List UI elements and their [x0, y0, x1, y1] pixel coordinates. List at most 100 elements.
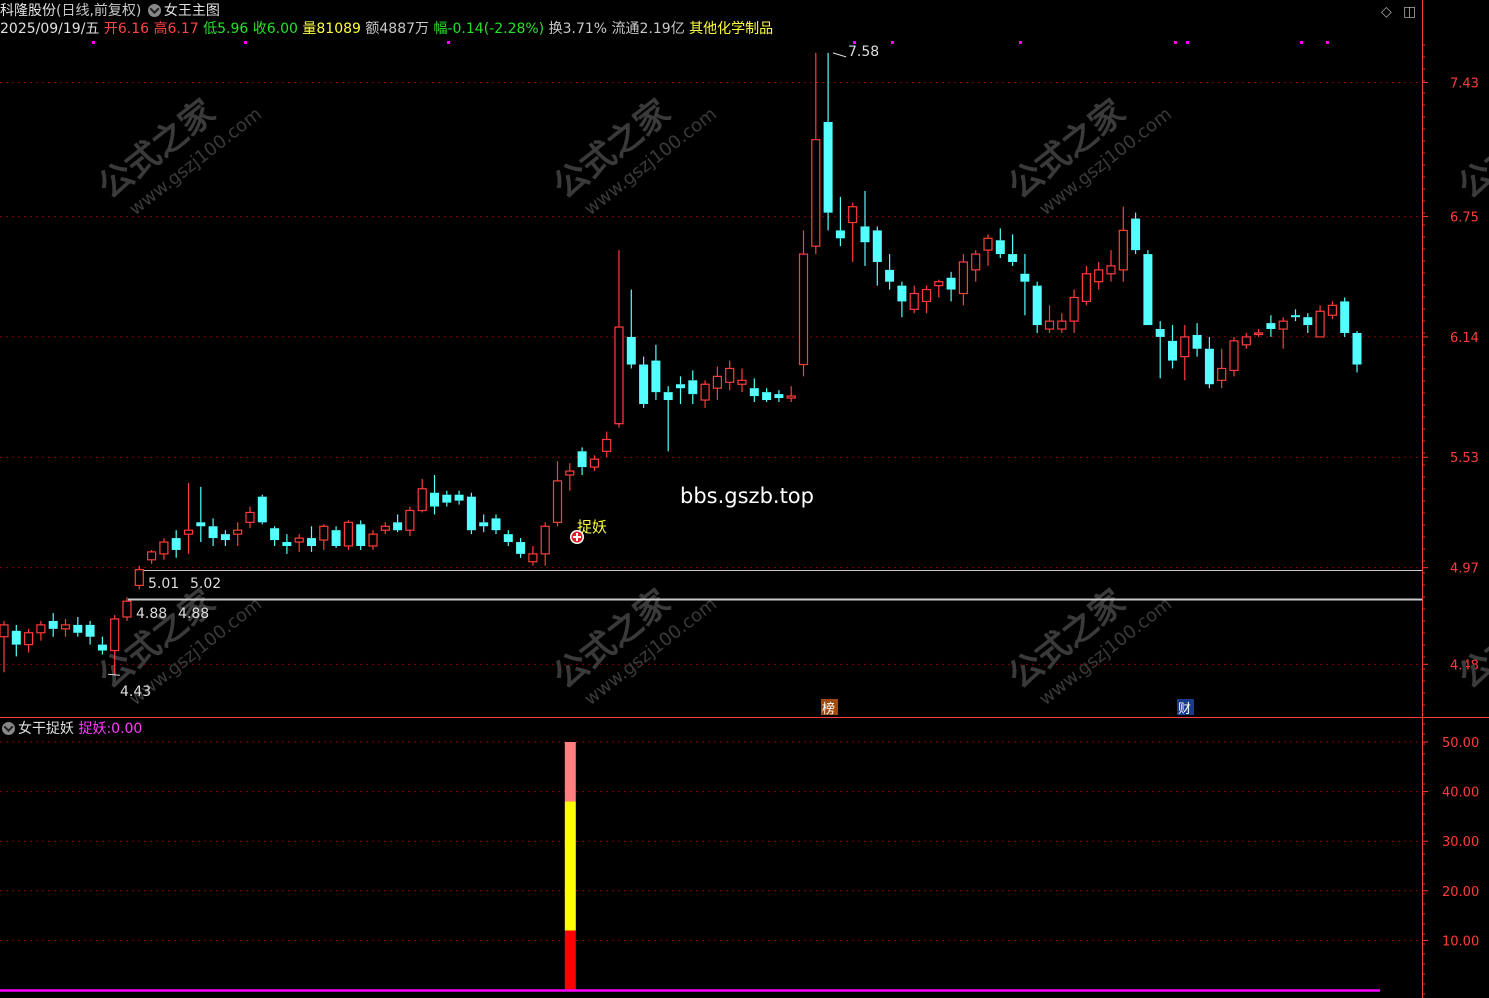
candle[interactable] — [663, 386, 673, 452]
candle[interactable] — [60, 618, 71, 637]
candle[interactable] — [48, 613, 58, 637]
candle[interactable] — [245, 506, 255, 529]
candle[interactable] — [712, 366, 723, 401]
candle[interactable] — [860, 190, 870, 266]
candle[interactable] — [639, 356, 649, 408]
candle[interactable] — [159, 538, 169, 560]
candle[interactable] — [1266, 315, 1276, 337]
candle[interactable] — [1303, 313, 1313, 333]
candle[interactable] — [872, 226, 882, 286]
sector-name[interactable]: 其他化学制品 — [689, 21, 773, 37]
dropdown-icon[interactable] — [147, 4, 161, 17]
candle[interactable] — [1204, 336, 1214, 389]
candle[interactable] — [405, 506, 415, 537]
candle[interactable] — [97, 636, 107, 655]
candle[interactable] — [552, 461, 563, 527]
candle[interactable] — [516, 538, 526, 558]
candle[interactable] — [946, 271, 956, 302]
candle[interactable] — [196, 486, 206, 543]
window-icon[interactable]: ◫ — [1403, 4, 1416, 20]
candle[interactable] — [602, 431, 612, 458]
candle[interactable] — [294, 534, 304, 552]
candle[interactable] — [491, 514, 501, 535]
period-label[interactable]: (日线,前复权) — [56, 3, 141, 19]
candle[interactable] — [442, 490, 452, 507]
candle[interactable] — [626, 289, 636, 369]
candle[interactable] — [1315, 305, 1325, 338]
candle[interactable] — [1118, 206, 1128, 282]
candle[interactable] — [1278, 317, 1288, 349]
candle[interactable] — [786, 386, 796, 403]
diamond-icon[interactable]: ◇ — [1381, 4, 1392, 20]
candle[interactable] — [885, 254, 895, 290]
candle[interactable] — [1020, 254, 1030, 316]
candle[interactable] — [1192, 323, 1202, 357]
sub-indicator-name[interactable]: 女干捉妖 — [18, 721, 74, 737]
candle[interactable] — [466, 492, 476, 535]
candle[interactable] — [1008, 234, 1018, 266]
candle[interactable] — [85, 620, 95, 645]
main-indicator-name[interactable]: 女王主图 — [164, 3, 220, 19]
candle[interactable] — [577, 447, 587, 475]
candle[interactable] — [122, 597, 132, 621]
cai-badge[interactable]: 财 — [1177, 699, 1194, 717]
candle[interactable] — [811, 52, 821, 255]
candle[interactable] — [183, 482, 194, 554]
candle[interactable] — [1229, 336, 1239, 377]
candle[interactable] — [700, 380, 710, 408]
candle[interactable] — [540, 522, 550, 566]
candle[interactable] — [343, 520, 353, 550]
candle[interactable] — [208, 518, 218, 546]
candle[interactable] — [762, 388, 772, 403]
bang-badge[interactable]: 榜 — [821, 699, 838, 717]
candle[interactable] — [368, 530, 378, 550]
candle[interactable] — [774, 390, 784, 403]
candle[interactable] — [1106, 250, 1116, 282]
candle[interactable] — [393, 514, 403, 533]
candle[interactable] — [380, 522, 390, 535]
candle[interactable] — [1081, 265, 1092, 306]
candle[interactable] — [1168, 325, 1177, 369]
candle[interactable] — [1057, 313, 1067, 333]
candle[interactable] — [909, 285, 919, 314]
candle[interactable] — [307, 526, 316, 552]
candle[interactable] — [995, 228, 1005, 259]
candle[interactable] — [134, 565, 144, 590]
candle[interactable] — [614, 250, 624, 428]
candle[interactable] — [1155, 321, 1165, 379]
candle[interactable] — [171, 530, 181, 558]
candle[interactable] — [958, 254, 969, 306]
candle[interactable] — [737, 368, 747, 393]
candle[interactable] — [1094, 261, 1104, 290]
sub-dropdown-icon[interactable] — [2, 722, 15, 735]
candle[interactable] — [971, 250, 981, 282]
candle[interactable] — [282, 534, 292, 554]
candle[interactable] — [11, 624, 21, 657]
candle[interactable] — [835, 196, 845, 247]
candle[interactable] — [147, 549, 157, 564]
candle[interactable] — [823, 52, 833, 231]
candle[interactable] — [1327, 301, 1338, 320]
candle[interactable] — [257, 494, 267, 525]
candle[interactable] — [983, 234, 993, 266]
candle[interactable] — [1032, 281, 1042, 333]
candle[interactable] — [1069, 289, 1079, 333]
candle[interactable] — [1044, 305, 1055, 333]
candle[interactable] — [676, 376, 685, 404]
candle[interactable] — [220, 530, 230, 546]
candle[interactable] — [798, 230, 809, 377]
candle[interactable] — [921, 285, 932, 314]
candle[interactable] — [934, 279, 944, 298]
candle[interactable] — [356, 520, 366, 550]
candle[interactable] — [270, 526, 280, 546]
candle[interactable] — [233, 522, 243, 546]
candle[interactable] — [589, 455, 600, 472]
candle[interactable] — [1180, 325, 1190, 381]
candle[interactable] — [430, 474, 439, 515]
candle[interactable] — [1131, 212, 1141, 255]
candle[interactable] — [36, 620, 46, 641]
candle[interactable] — [651, 344, 661, 401]
candle[interactable] — [24, 628, 34, 653]
candle[interactable] — [1143, 250, 1153, 326]
candle[interactable] — [749, 378, 759, 403]
